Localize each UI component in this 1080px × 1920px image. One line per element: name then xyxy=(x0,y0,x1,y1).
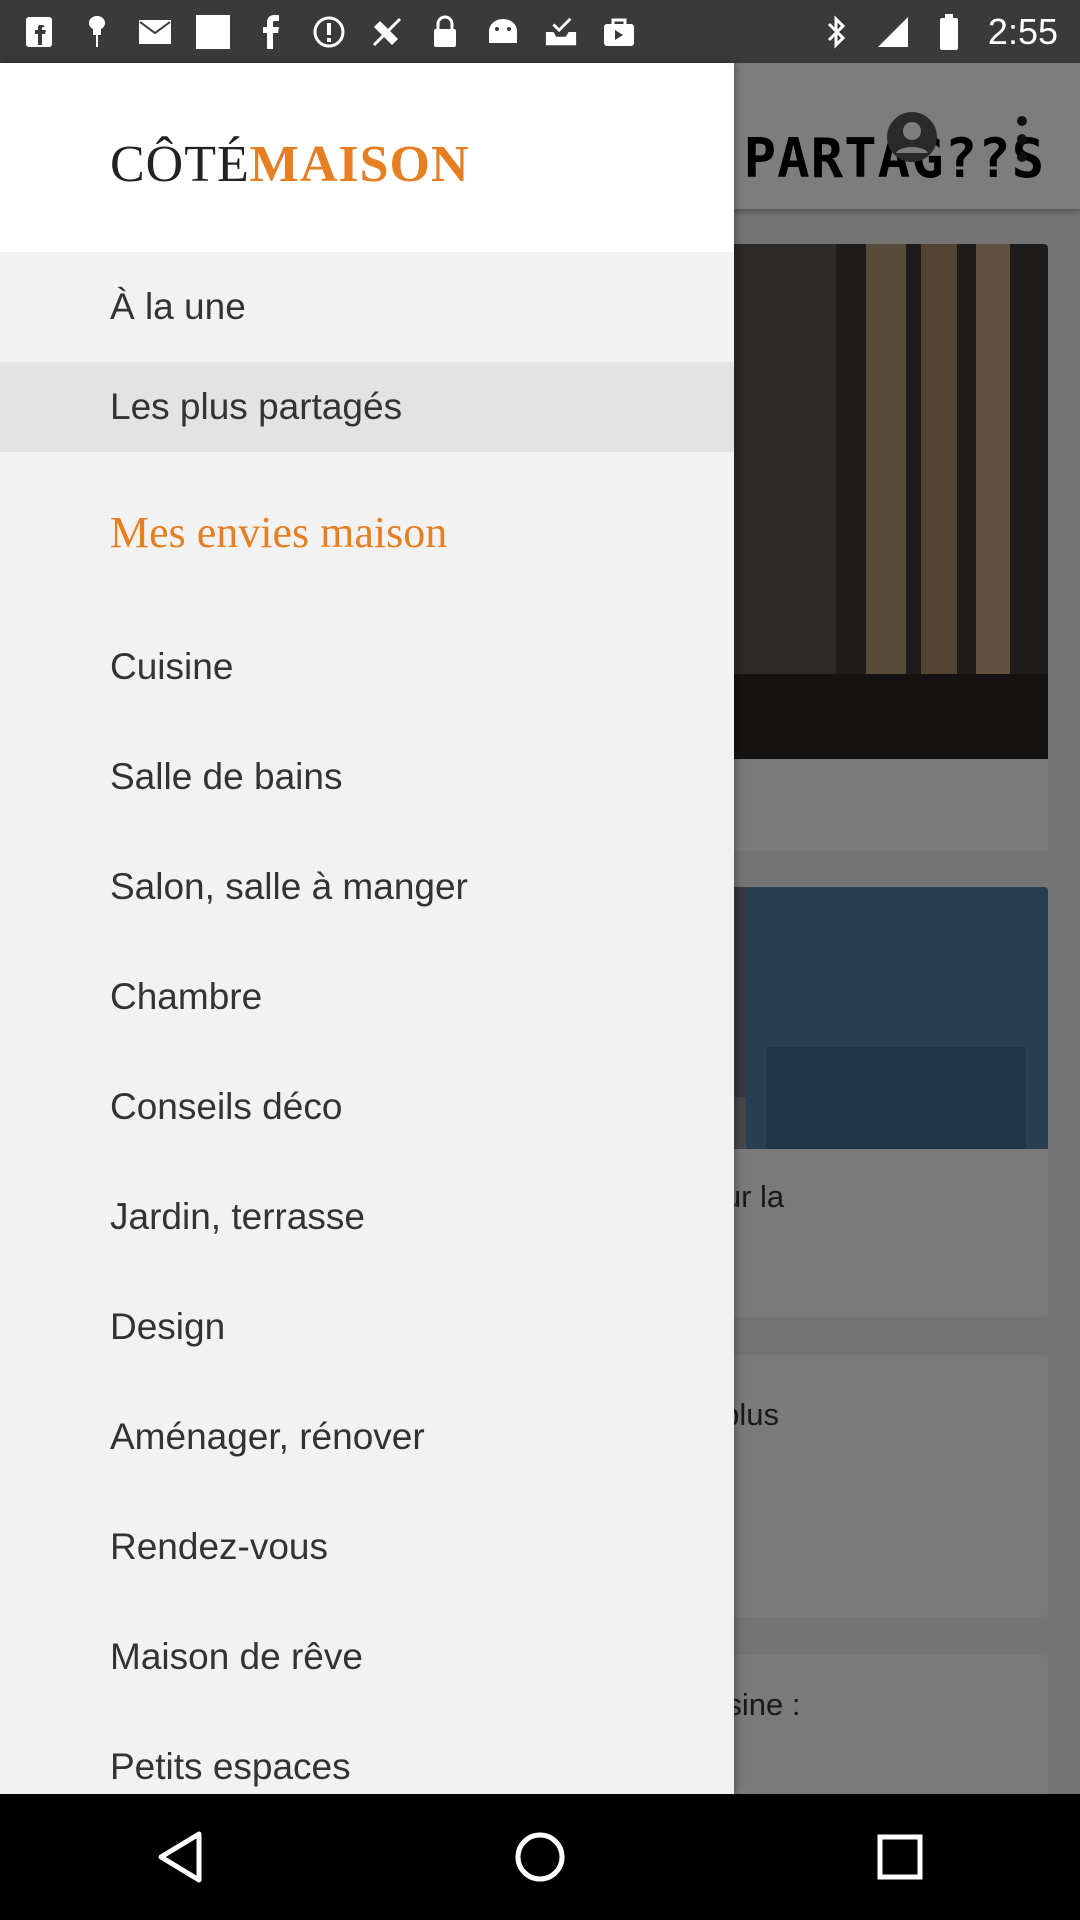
menu-item-amenager[interactable]: Aménager, rénover xyxy=(0,1382,734,1492)
system-status: 2:55 xyxy=(820,11,1058,53)
back-button[interactable] xyxy=(140,1817,220,1897)
menu-item-a-la-une[interactable]: À la une xyxy=(0,252,734,362)
logo-text-cote: CÔTÉ xyxy=(110,136,250,193)
facebook-icon xyxy=(22,15,56,49)
drawer-header: CÔTÉMAISON xyxy=(0,63,734,252)
navigation-drawer: CÔTÉMAISON À la une Les plus partagés Me… xyxy=(0,63,734,1794)
system-navigation-bar xyxy=(0,1794,1080,1920)
menu-item-cuisine[interactable]: Cuisine xyxy=(0,612,734,722)
menu-item-salle-de-bains[interactable]: Salle de bains xyxy=(0,722,734,832)
location-off-icon xyxy=(370,15,404,49)
alert-icon xyxy=(312,15,346,49)
status-bar: 2:55 xyxy=(0,0,1080,63)
home-button[interactable] xyxy=(500,1817,580,1897)
back-icon xyxy=(158,1831,202,1883)
mail-icon xyxy=(138,15,172,49)
menu-item-maison-de-reve[interactable]: Maison de rêve xyxy=(0,1602,734,1712)
facebook-icon xyxy=(254,14,288,49)
menu-item-les-plus-partages[interactable]: Les plus partagés xyxy=(0,362,734,452)
android-icon xyxy=(486,15,520,49)
pin-icon xyxy=(80,15,114,49)
home-icon xyxy=(515,1832,565,1882)
menu-item-salon[interactable]: Salon, salle à manger xyxy=(0,832,734,942)
bluetooth-icon xyxy=(820,14,854,49)
notification-icons xyxy=(22,14,636,49)
menu-item-rendez-vous[interactable]: Rendez-vous xyxy=(0,1492,734,1602)
menu-item-design[interactable]: Design xyxy=(0,1272,734,1382)
recents-button[interactable] xyxy=(860,1817,940,1897)
blank-icon xyxy=(196,14,230,49)
clock: 2:55 xyxy=(987,10,1058,52)
app-logo: CÔTÉMAISON xyxy=(110,135,470,194)
inbox-check-icon xyxy=(544,15,578,49)
menu-item-jardin[interactable]: Jardin, terrasse xyxy=(0,1162,734,1272)
signal-icon xyxy=(876,15,910,49)
menu-item-chambre[interactable]: Chambre xyxy=(0,942,734,1052)
menu-item-petits-espaces[interactable]: Petits espaces xyxy=(0,1712,734,1794)
bag-icon xyxy=(602,15,636,49)
recents-icon xyxy=(877,1834,923,1880)
menu-item-conseils-deco[interactable]: Conseils déco xyxy=(0,1052,734,1162)
logo-text-maison: MAISON xyxy=(249,136,470,193)
menu-section-mes-envies-maison[interactable]: Mes envies maison xyxy=(0,452,734,612)
lock-icon xyxy=(428,15,462,49)
battery-icon xyxy=(932,13,966,50)
drawer-menu: À la une Les plus partagés Mes envies ma… xyxy=(0,252,734,1794)
